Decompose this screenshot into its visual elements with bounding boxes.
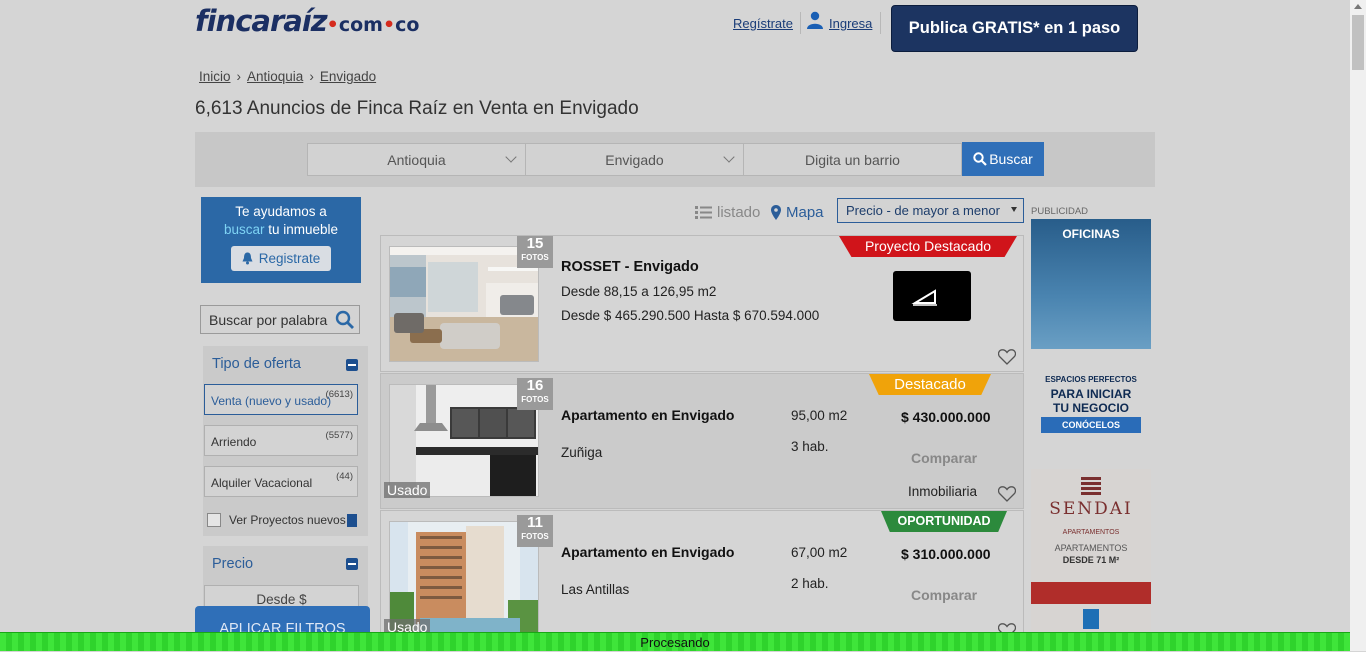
compare-button[interactable]: Comparar: [911, 587, 977, 603]
sendai-amenities-bar: [1031, 582, 1151, 604]
breadcrumb: Inicio › Antioquia › Envigado: [199, 69, 376, 84]
page-scrollbar[interactable]: [1350, 0, 1366, 651]
listing-rooms: 3 hab.: [791, 439, 829, 454]
sort-select[interactable]: Precio - de mayor a menor: [837, 198, 1024, 223]
user-icon[interactable]: [807, 11, 823, 29]
sendai-text: APARTAMENTOS DESDE 71 M²: [1054, 543, 1128, 565]
listing-rooms: 2 hab.: [791, 576, 829, 591]
listing-price: $ 430.000.000: [901, 409, 991, 425]
chevron-down-icon: [505, 151, 517, 163]
bell-icon: [242, 252, 253, 265]
listing-neighborhood: Las Antillas: [561, 582, 630, 597]
header-divider: [880, 12, 881, 34]
ad-office-image: OFICINAS: [1031, 219, 1151, 349]
breadcrumb-separator: ›: [309, 69, 314, 84]
dropdown-arrow-icon: [1011, 207, 1017, 212]
kitchen-image: [390, 385, 538, 496]
help-highlight: buscar: [223, 222, 265, 237]
login-link[interactable]: Ingresa: [829, 16, 872, 31]
listing-price: $ 310.000.000: [901, 546, 991, 562]
listing-area-range: Desde 88,15 a 126,95 m2: [561, 284, 717, 299]
processing-progress-bar: Procesando: [0, 632, 1350, 651]
barrio-input[interactable]: Digita un barrio: [743, 143, 962, 176]
sendai-ad-banner[interactable]: SENDAI APARTAMENTOS APARTAMENTOS DESDE 7…: [1031, 469, 1151, 634]
sendai-brand: SENDAI: [1049, 499, 1133, 519]
listing-neighborhood: Zuñiga: [561, 445, 603, 460]
favorite-heart-icon[interactable]: [998, 486, 1016, 502]
list-icon: [695, 206, 712, 219]
breadcrumb-inicio[interactable]: Inicio: [199, 69, 231, 84]
ad-office-text: ESPACIOS PERFECTOS PARA INICIAR TU NEGOC…: [1045, 375, 1137, 415]
ads-label: PUBLICIDAD: [1031, 206, 1089, 217]
seller-type: Inmobiliaria: [908, 484, 978, 499]
map-view-toggle[interactable]: Mapa: [771, 204, 824, 221]
building-icon: [347, 514, 357, 527]
collapse-icon[interactable]: [346, 558, 358, 570]
search-icon: [973, 152, 987, 166]
search-icon[interactable]: [335, 310, 355, 330]
listing-title[interactable]: Apartamento en Envigado: [561, 407, 734, 423]
photo-count-badge: 16 FOTOS: [517, 378, 553, 410]
listing-title[interactable]: Apartamento en Envigado: [561, 544, 734, 560]
logo-text: fincaraíz: [195, 4, 328, 38]
condition-badge: Usado: [384, 482, 431, 498]
sendai-builder-logo-icon: [1083, 609, 1099, 629]
processing-label: Procesando: [640, 635, 710, 650]
collapse-icon[interactable]: [346, 359, 358, 371]
chevron-down-icon: [723, 151, 735, 163]
department-select[interactable]: Antioquia: [307, 143, 526, 176]
breadcrumb-envigado[interactable]: Envigado: [320, 69, 376, 84]
featured-project-ribbon: Proyecto Destacado: [839, 236, 1017, 257]
ad-office-title: OFICINAS: [1062, 227, 1120, 241]
map-pin-icon: [771, 205, 781, 220]
featured-ribbon: Destacado: [869, 374, 991, 395]
developer-logo-icon: [911, 289, 937, 306]
breadcrumb-antioquia[interactable]: Antioquia: [247, 69, 303, 84]
scroll-up-arrow-icon[interactable]: [1354, 4, 1362, 9]
developer-logo: [893, 271, 971, 321]
photo-count-badge: 11 FOTOS: [517, 515, 553, 547]
offices-ad-banner[interactable]: OFICINAS ESPACIOS PERFECTOS PARA INICIAR…: [1031, 219, 1151, 444]
filter-option-venta[interactable]: Venta (nuevo y usado) (6613): [204, 384, 358, 415]
sendai-logo-icon: [1081, 477, 1101, 495]
price-title[interactable]: Precio: [212, 556, 253, 572]
site-logo[interactable]: fincaraíz•com•co: [195, 4, 419, 38]
offer-type-title[interactable]: Tipo de oferta: [212, 356, 301, 372]
listing-card[interactable]: 11 FOTOS Usado Apartamento en Envigado 67…: [380, 510, 1024, 639]
building-image: [390, 522, 538, 634]
publish-button[interactable]: Publica GRATIS* en 1 paso: [891, 5, 1138, 52]
header-divider: [800, 12, 801, 34]
ad-office-button[interactable]: CONÓCELOS: [1041, 417, 1141, 433]
page-title: 6,613 Anuncios de Finca Raíz en Venta en…: [195, 98, 639, 119]
sendai-subtitle: APARTAMENTOS: [1062, 529, 1120, 536]
listing-card[interactable]: 15 FOTOS ROSSET - Envigado Desde 88,15 a …: [380, 235, 1024, 372]
search-button[interactable]: Buscar: [962, 142, 1044, 176]
listing-area: 67,00 m2: [791, 545, 848, 560]
listing-price-range: Desde $ 465.290.500 Hasta $ 670.594.000: [561, 308, 820, 323]
compare-button[interactable]: Comparar: [911, 450, 977, 466]
projects-label: Ver Proyectos nuevos: [229, 513, 346, 527]
listing-area: 95,00 m2: [791, 408, 848, 423]
favorite-heart-icon[interactable]: [998, 349, 1016, 365]
register-link[interactable]: Regístrate: [733, 16, 793, 31]
living-room-image: [390, 247, 538, 361]
list-view-toggle[interactable]: listado: [695, 204, 760, 221]
listing-card[interactable]: 16 FOTOS Usado Apartamento en Envigado 95…: [380, 373, 1024, 509]
filter-option-alquiler-vacacional[interactable]: Alquiler Vacacional (44): [204, 466, 358, 497]
breadcrumb-separator: ›: [236, 69, 242, 84]
city-select[interactable]: Envigado: [525, 143, 744, 176]
help-box: Te ayudamos a buscar tu inmueble Registr…: [201, 197, 361, 283]
photo-count-badge: 15 FOTOS: [517, 236, 553, 268]
projects-checkbox[interactable]: [207, 513, 221, 527]
filter-option-arriendo[interactable]: Arriendo (5577): [204, 425, 358, 456]
opportunity-ribbon: OPORTUNIDAD: [881, 511, 1007, 532]
listing-title[interactable]: ROSSET - Envigado: [561, 259, 699, 275]
help-register-button[interactable]: Registrate: [231, 246, 331, 271]
scroll-thumb[interactable]: [1352, 15, 1364, 70]
